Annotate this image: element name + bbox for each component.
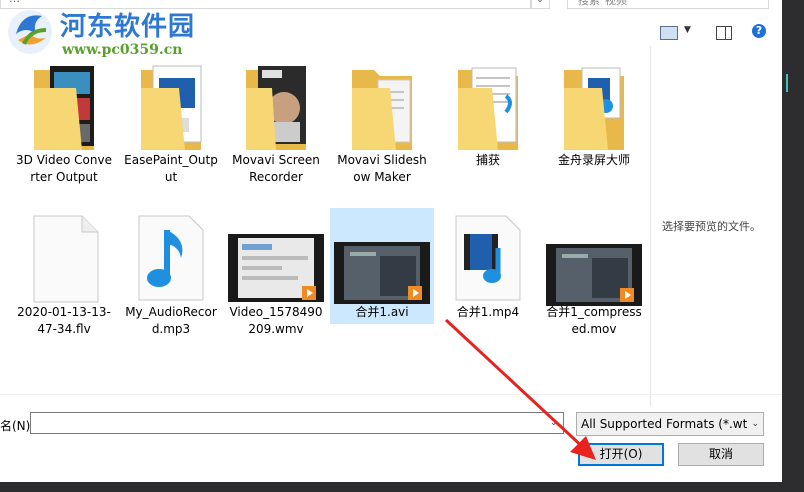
- file-item-flv[interactable]: 2020-01-13-13-47-34.flv: [16, 210, 112, 340]
- cancel-button[interactable]: 取消: [678, 443, 764, 466]
- divider: [0, 394, 782, 395]
- folder-icon: [352, 70, 412, 150]
- file-label: Video_1578490209.wmv: [229, 305, 323, 336]
- file-item-easepaint-output[interactable]: AVI EasePaint_Output: [123, 62, 219, 192]
- file-item-mp4[interactable]: 合并1.mp4: [440, 210, 536, 340]
- chevron-down-icon: ⌄: [751, 419, 759, 429]
- preview-pane-icon[interactable]: [716, 26, 732, 40]
- search-input[interactable]: 搜索"视频": [567, 0, 769, 9]
- folder-icon: [246, 66, 306, 150]
- view-dropdown-icon[interactable]: ▼: [684, 25, 691, 35]
- file-label: 金舟录屏大师: [557, 153, 630, 167]
- file-item-mov[interactable]: 合并1_compressed.mov: [546, 210, 642, 360]
- file-label: Movavi Slideshow Maker: [337, 153, 427, 184]
- folder-icon: AVI: [141, 65, 202, 150]
- file-type-select[interactable]: All Supported Formats (*.wtv ⌄: [576, 412, 764, 436]
- file-label: 合并1_compressed.mov: [546, 305, 642, 336]
- taskbar-edge: [0, 482, 804, 492]
- watermark-url: www.pc0359.cn: [62, 42, 183, 58]
- file-label: My_AudioRecord.mp3: [125, 305, 217, 336]
- preview-message: 选择要预览的文件。: [662, 220, 761, 233]
- file-item-3d-video-converter-output[interactable]: 3D Video Converter Output: [16, 62, 112, 212]
- file-item-wmv[interactable]: Video_1578490209.wmv: [228, 210, 324, 340]
- file-label: 3D Video Converter Output: [16, 153, 112, 184]
- file-label: 2020-01-13-13-47-34.flv: [17, 305, 111, 336]
- video-thumbnail-icon: [334, 242, 430, 304]
- media-file-icon: [455, 215, 521, 301]
- background-window: [782, 0, 804, 492]
- file-label: 合并1.mp4: [456, 305, 520, 319]
- file-item-capture[interactable]: 捕获: [440, 62, 536, 182]
- filename-dropdown-icon[interactable]: ⌄: [550, 418, 558, 428]
- file-item-movavi-slideshow-maker[interactable]: Movavi Slideshow Maker: [334, 62, 430, 212]
- file-item-movavi-screen-recorder[interactable]: Movavi Screen Recorder: [228, 62, 324, 192]
- file-item-avi[interactable]: 合并1.avi: [330, 208, 434, 324]
- watermark-title: 河东软件园: [60, 12, 196, 42]
- file-label: EasePaint_Output: [124, 153, 218, 184]
- file-label: Movavi Screen Recorder: [232, 153, 320, 184]
- folder-icon: [34, 66, 94, 150]
- file-item-mp3[interactable]: My_AudioRecord.mp3: [123, 210, 219, 340]
- file-item-jinzhou-recorder[interactable]: 金舟录屏大师: [546, 62, 642, 182]
- help-icon[interactable]: ?: [752, 24, 766, 38]
- blank-file-icon: [33, 215, 99, 303]
- folder-icon: [458, 67, 518, 150]
- change-view-icon[interactable]: [660, 26, 678, 40]
- video-thumbnail-icon: [546, 244, 642, 306]
- file-label: 合并1.avi: [355, 305, 409, 319]
- open-button[interactable]: 打开(O): [578, 443, 664, 466]
- file-type-value: All Supported Formats (*.wtv: [581, 417, 747, 431]
- video-thumbnail-icon: [228, 234, 324, 302]
- folder-icon: [564, 67, 624, 150]
- file-label: 捕获: [475, 153, 500, 167]
- breadcrumb-dropdown-icon[interactable]: ⌄: [530, 0, 550, 9]
- music-file-icon: [138, 215, 204, 301]
- search-placeholder: 搜索"视频": [578, 0, 633, 7]
- filename-input[interactable]: [30, 412, 564, 434]
